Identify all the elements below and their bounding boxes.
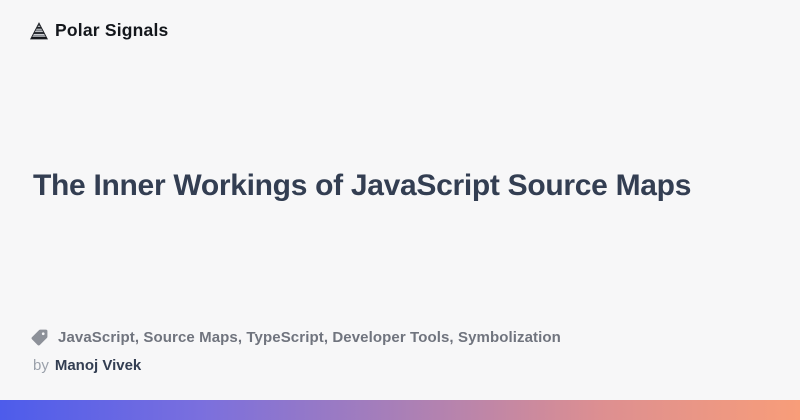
page-title: The Inner Workings of JavaScript Source … <box>33 165 713 207</box>
byline-author: Manoj Vivek <box>55 357 141 374</box>
byline-prefix: by <box>33 357 49 374</box>
tag-icon <box>30 328 49 347</box>
byline: by Manoj Vivek <box>33 357 141 374</box>
tags-row: JavaScript, Source Maps, TypeScript, Dev… <box>30 328 561 347</box>
brand-name: Polar Signals <box>55 20 168 41</box>
bottom-gradient-bar <box>0 400 800 420</box>
tags-text: JavaScript, Source Maps, TypeScript, Dev… <box>58 329 561 346</box>
polar-signals-mountain-icon <box>30 22 48 40</box>
brand-logo: Polar Signals <box>30 20 168 41</box>
